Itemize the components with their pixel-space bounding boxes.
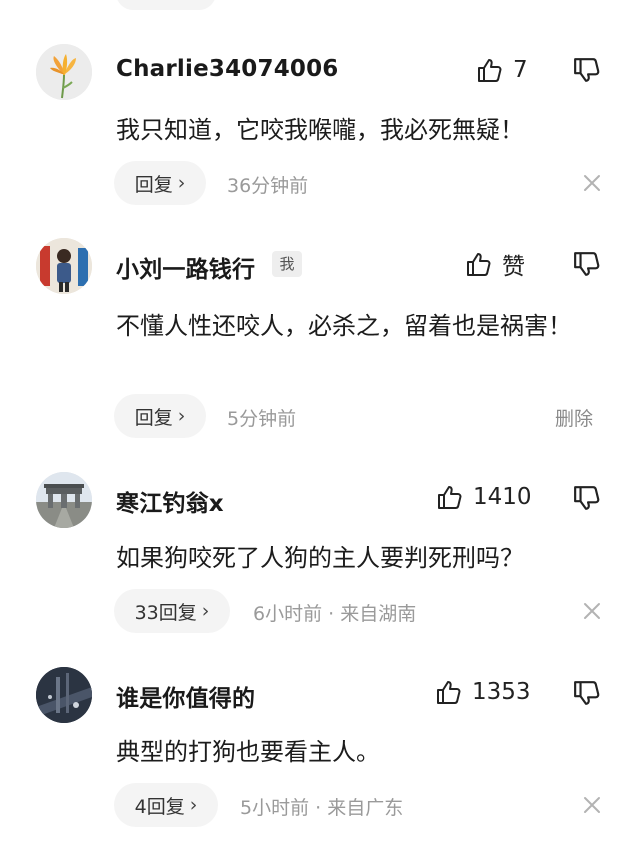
avatar[interactable] — [36, 667, 92, 723]
chevron-right-icon: › — [201, 600, 210, 622]
comment-time: 6小时前 · 来自湖南 — [253, 603, 417, 625]
username[interactable]: Charlie34074006 — [116, 56, 339, 82]
like-button[interactable]: 7 — [477, 55, 528, 85]
dislike-button[interactable] — [573, 250, 603, 280]
comment-time: 5分钟前 — [227, 408, 297, 430]
close-icon[interactable] — [582, 173, 602, 193]
like-count: 1410 — [473, 484, 532, 510]
like-count: 7 — [513, 57, 528, 83]
thumbs-up-icon — [466, 251, 492, 277]
chevron-right-icon: › — [177, 172, 186, 194]
delete-link[interactable]: 删除 — [555, 404, 593, 431]
avatar[interactable] — [36, 472, 92, 528]
chevron-right-icon: › — [189, 794, 198, 816]
reply-label: 4回复 — [134, 795, 185, 818]
comment-text: 典型的打狗也要看主人。 — [116, 738, 380, 766]
dislike-button[interactable] — [573, 56, 603, 86]
thumbs-up-icon — [436, 679, 462, 705]
previous-reply-button[interactable] — [116, 0, 216, 10]
avatar[interactable] — [36, 44, 92, 100]
dislike-button[interactable] — [573, 679, 603, 709]
comment-time: 36分钟前 — [227, 175, 309, 197]
reply-label: 回复 — [134, 173, 173, 196]
thumbs-up-icon — [477, 57, 503, 83]
avatar[interactable] — [36, 238, 92, 294]
like-button[interactable]: 1410 — [437, 482, 532, 512]
dislike-button[interactable] — [573, 484, 603, 514]
username[interactable]: 谁是你值得的 — [116, 679, 255, 713]
me-badge: 我 — [272, 251, 302, 277]
comment-text: 不懂人性还咬人，必杀之，留着也是祸害！ — [116, 312, 572, 340]
thumbs-down-icon — [573, 56, 603, 84]
thumbs-down-icon — [573, 679, 603, 707]
comment-text: 如果狗咬死了人狗的主人要判死刑吗？ — [116, 544, 524, 572]
close-icon[interactable] — [582, 795, 602, 815]
like-button[interactable]: 1353 — [436, 677, 531, 707]
like-button[interactable]: 赞 — [466, 249, 525, 280]
reply-label: 33回复 — [134, 601, 197, 624]
like-label: 赞 — [502, 254, 525, 280]
thumbs-down-icon — [573, 484, 603, 512]
comment-time: 5小时前 · 来自广东 — [240, 797, 404, 819]
reply-button[interactable]: 4回复 › — [114, 783, 218, 827]
reply-button[interactable]: 回复 › — [114, 394, 206, 438]
username[interactable]: 寒江钓翁x — [116, 484, 224, 518]
like-count: 1353 — [472, 679, 531, 705]
close-icon[interactable] — [582, 601, 602, 621]
reply-button[interactable]: 回复 › — [114, 161, 206, 205]
thumbs-up-icon — [437, 484, 463, 510]
chevron-right-icon: › — [177, 405, 186, 427]
comment-text: 我只知道，它咬我喉嚨，我必死無疑！ — [116, 116, 524, 144]
thumbs-down-icon — [573, 250, 603, 278]
reply-button[interactable]: 33回复 › — [114, 589, 230, 633]
username[interactable]: 小刘一路钱行 — [116, 250, 255, 284]
reply-label: 回复 — [134, 406, 173, 429]
